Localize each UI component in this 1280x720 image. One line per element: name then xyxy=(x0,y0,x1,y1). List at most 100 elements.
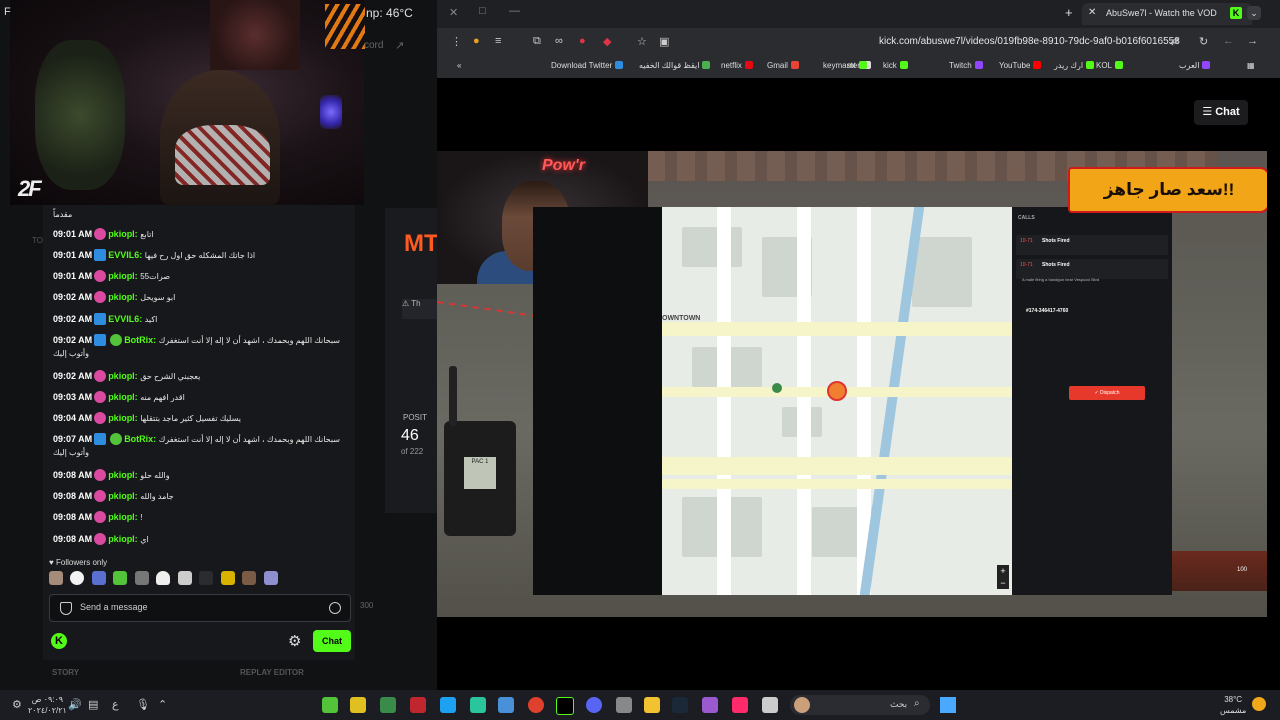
address-bar[interactable]: kick.com/abuswe7l/videos/019fb98e-8910-7… xyxy=(879,36,1180,47)
bookmark-item[interactable]: netflix xyxy=(721,61,753,70)
weather-widget[interactable]: 38°C مشمس xyxy=(1220,694,1246,716)
video-player[interactable]: Pow'r PAC 1 OWNTOWN + − CALLS 10-71 Shot… xyxy=(437,151,1267,617)
app-icon[interactable] xyxy=(762,697,778,713)
bookmark-item[interactable]: Twitch xyxy=(949,61,983,70)
extension-icon[interactable]: ∞ xyxy=(555,35,563,47)
message-username[interactable]: pkiopl: xyxy=(108,534,138,544)
extension-icon[interactable]: ● xyxy=(579,35,586,47)
clock[interactable]: ٠٩:٠٩ ص ٢٠٢٤/٠٢/٢١ xyxy=(28,694,67,716)
message-username[interactable]: pkiopl: xyxy=(108,271,138,281)
send-chat-button[interactable]: Chat xyxy=(313,630,351,652)
bookmark-item[interactable]: kick xyxy=(883,61,908,70)
subscriber-badge-icon xyxy=(94,270,107,282)
maximize-window-icon[interactable]: □ xyxy=(479,5,486,17)
discord-icon[interactable] xyxy=(586,697,602,713)
extension-icon[interactable]: ● xyxy=(473,35,480,47)
message-username[interactable]: pkiopl: xyxy=(108,392,138,402)
star-icon[interactable]: ☆ xyxy=(637,35,647,48)
cast-icon[interactable]: ▣ xyxy=(659,35,669,48)
emote-icon[interactable] xyxy=(220,571,235,585)
steam-icon[interactable] xyxy=(672,697,688,713)
app-icon[interactable] xyxy=(702,697,718,713)
apps-grid-icon[interactable]: ▦ xyxy=(1247,61,1255,70)
twitter-icon[interactable] xyxy=(440,697,456,713)
start-icon[interactable] xyxy=(940,697,956,713)
menu-icon[interactable]: ⋮ xyxy=(451,35,462,48)
minimize-window-icon[interactable]: — xyxy=(509,5,520,17)
external-link-icon[interactable]: ↗ xyxy=(395,39,404,52)
emote-icon[interactable] xyxy=(263,571,278,585)
message-username[interactable]: pkiopl: xyxy=(108,413,138,423)
message-username[interactable]: pkiopl: xyxy=(108,512,138,522)
puzzle-icon[interactable]: ⧉ xyxy=(533,35,541,48)
message-username[interactable]: pkiopl: xyxy=(108,292,138,302)
gear-icon[interactable]: ⚙ xyxy=(288,632,301,650)
replay-editor-tab[interactable]: REPLAY EDITOR xyxy=(240,668,304,677)
message-text: ! xyxy=(140,513,143,522)
extension-icon[interactable]: ◆ xyxy=(603,35,611,48)
chevron-down-icon[interactable]: ⌄ xyxy=(1247,6,1261,20)
chrome-icon[interactable] xyxy=(528,697,544,713)
emote-icon[interactable] xyxy=(199,571,214,585)
show-chat-button[interactable]: ☰ Chat xyxy=(1194,100,1248,125)
message-username[interactable]: EVVIL6: xyxy=(108,250,142,260)
collapse-sidebar-icon[interactable]: « xyxy=(457,61,461,70)
app-icon[interactable] xyxy=(350,697,366,713)
tiktok-icon[interactable] xyxy=(732,697,748,713)
bookmark-item[interactable]: ارك ريدر xyxy=(1054,61,1095,70)
emote-icon[interactable] xyxy=(91,571,106,585)
app-icon[interactable] xyxy=(556,697,574,715)
chat-message-input[interactable]: Send a message xyxy=(49,594,351,622)
folder-icon[interactable] xyxy=(644,697,660,713)
message-username[interactable]: pkiopl: xyxy=(108,371,138,381)
emote-icon[interactable] xyxy=(113,571,128,585)
emote-icon[interactable] xyxy=(177,571,192,585)
language-indicator[interactable]: ع xyxy=(112,698,119,711)
message-username[interactable]: pkiopl: xyxy=(108,470,138,480)
bookmark-item[interactable]: العرب xyxy=(1179,61,1211,70)
kick-logo-icon[interactable]: K xyxy=(51,633,67,649)
browser-tab[interactable]: ✕ AbuSwe7l - Watch the VOD K xyxy=(1082,3,1252,25)
taskbar-search[interactable]: بحث ⌕ xyxy=(790,695,930,715)
reload-icon[interactable]: ↻ xyxy=(1199,35,1208,48)
message-username[interactable]: BotRix: xyxy=(124,434,156,444)
message-username[interactable]: EVVIL6: xyxy=(108,314,142,324)
heart-emote-icon[interactable] xyxy=(70,571,85,585)
ghost-emote-icon[interactable] xyxy=(156,571,171,585)
microphone-icon[interactable]: 🎙 xyxy=(136,698,150,711)
app-icon[interactable] xyxy=(498,697,514,713)
new-tab-icon[interactable]: + xyxy=(1065,5,1073,20)
app-icon[interactable] xyxy=(470,697,486,713)
app-icon[interactable] xyxy=(410,697,426,713)
speaker-icon[interactable]: 🔊 xyxy=(68,698,82,711)
bookmark-item[interactable]: KOL xyxy=(1096,61,1124,70)
emoji-icon[interactable] xyxy=(329,602,341,614)
bookmark-item[interactable]: YouTube xyxy=(999,61,1042,70)
emote-icon[interactable] xyxy=(242,571,257,585)
call-code: 10-71 xyxy=(1020,262,1033,268)
story-tab[interactable]: STORY xyxy=(52,668,79,677)
app-icon[interactable] xyxy=(380,697,396,713)
bookmark-item[interactable]: Download Twitter xyxy=(551,61,624,70)
close-window-icon[interactable]: ✕ xyxy=(449,6,458,19)
bookmark-item[interactable]: mt xyxy=(847,61,867,70)
close-tab-icon[interactable]: ✕ xyxy=(1088,7,1096,18)
message-username[interactable]: BotRix: xyxy=(124,335,156,345)
extension-icon[interactable]: ≡ xyxy=(495,35,501,47)
network-icon[interactable]: ▤ xyxy=(88,698,98,711)
forward-icon[interactable]: → xyxy=(1247,35,1258,47)
bookmark-item[interactable]: ايقظ قوالك الخفيه xyxy=(639,61,711,70)
chevron-up-icon[interactable]: ⌃ xyxy=(158,698,167,711)
mt-logo: MT xyxy=(404,230,439,257)
gear-icon[interactable]: ⚙ xyxy=(12,698,22,711)
message-username[interactable]: pkiopl: xyxy=(108,229,138,239)
bot-badge-icon xyxy=(110,334,123,346)
emote-icon[interactable] xyxy=(49,571,63,585)
message-username[interactable]: pkiopl: xyxy=(108,491,138,501)
site-settings-icon[interactable]: ⇄ xyxy=(1170,35,1179,48)
app-icon[interactable] xyxy=(322,697,338,713)
emote-icon[interactable] xyxy=(134,571,149,585)
bookmark-item[interactable]: Gmail xyxy=(767,61,799,70)
store-icon[interactable] xyxy=(616,697,632,713)
back-icon[interactable]: ← xyxy=(1223,35,1234,47)
